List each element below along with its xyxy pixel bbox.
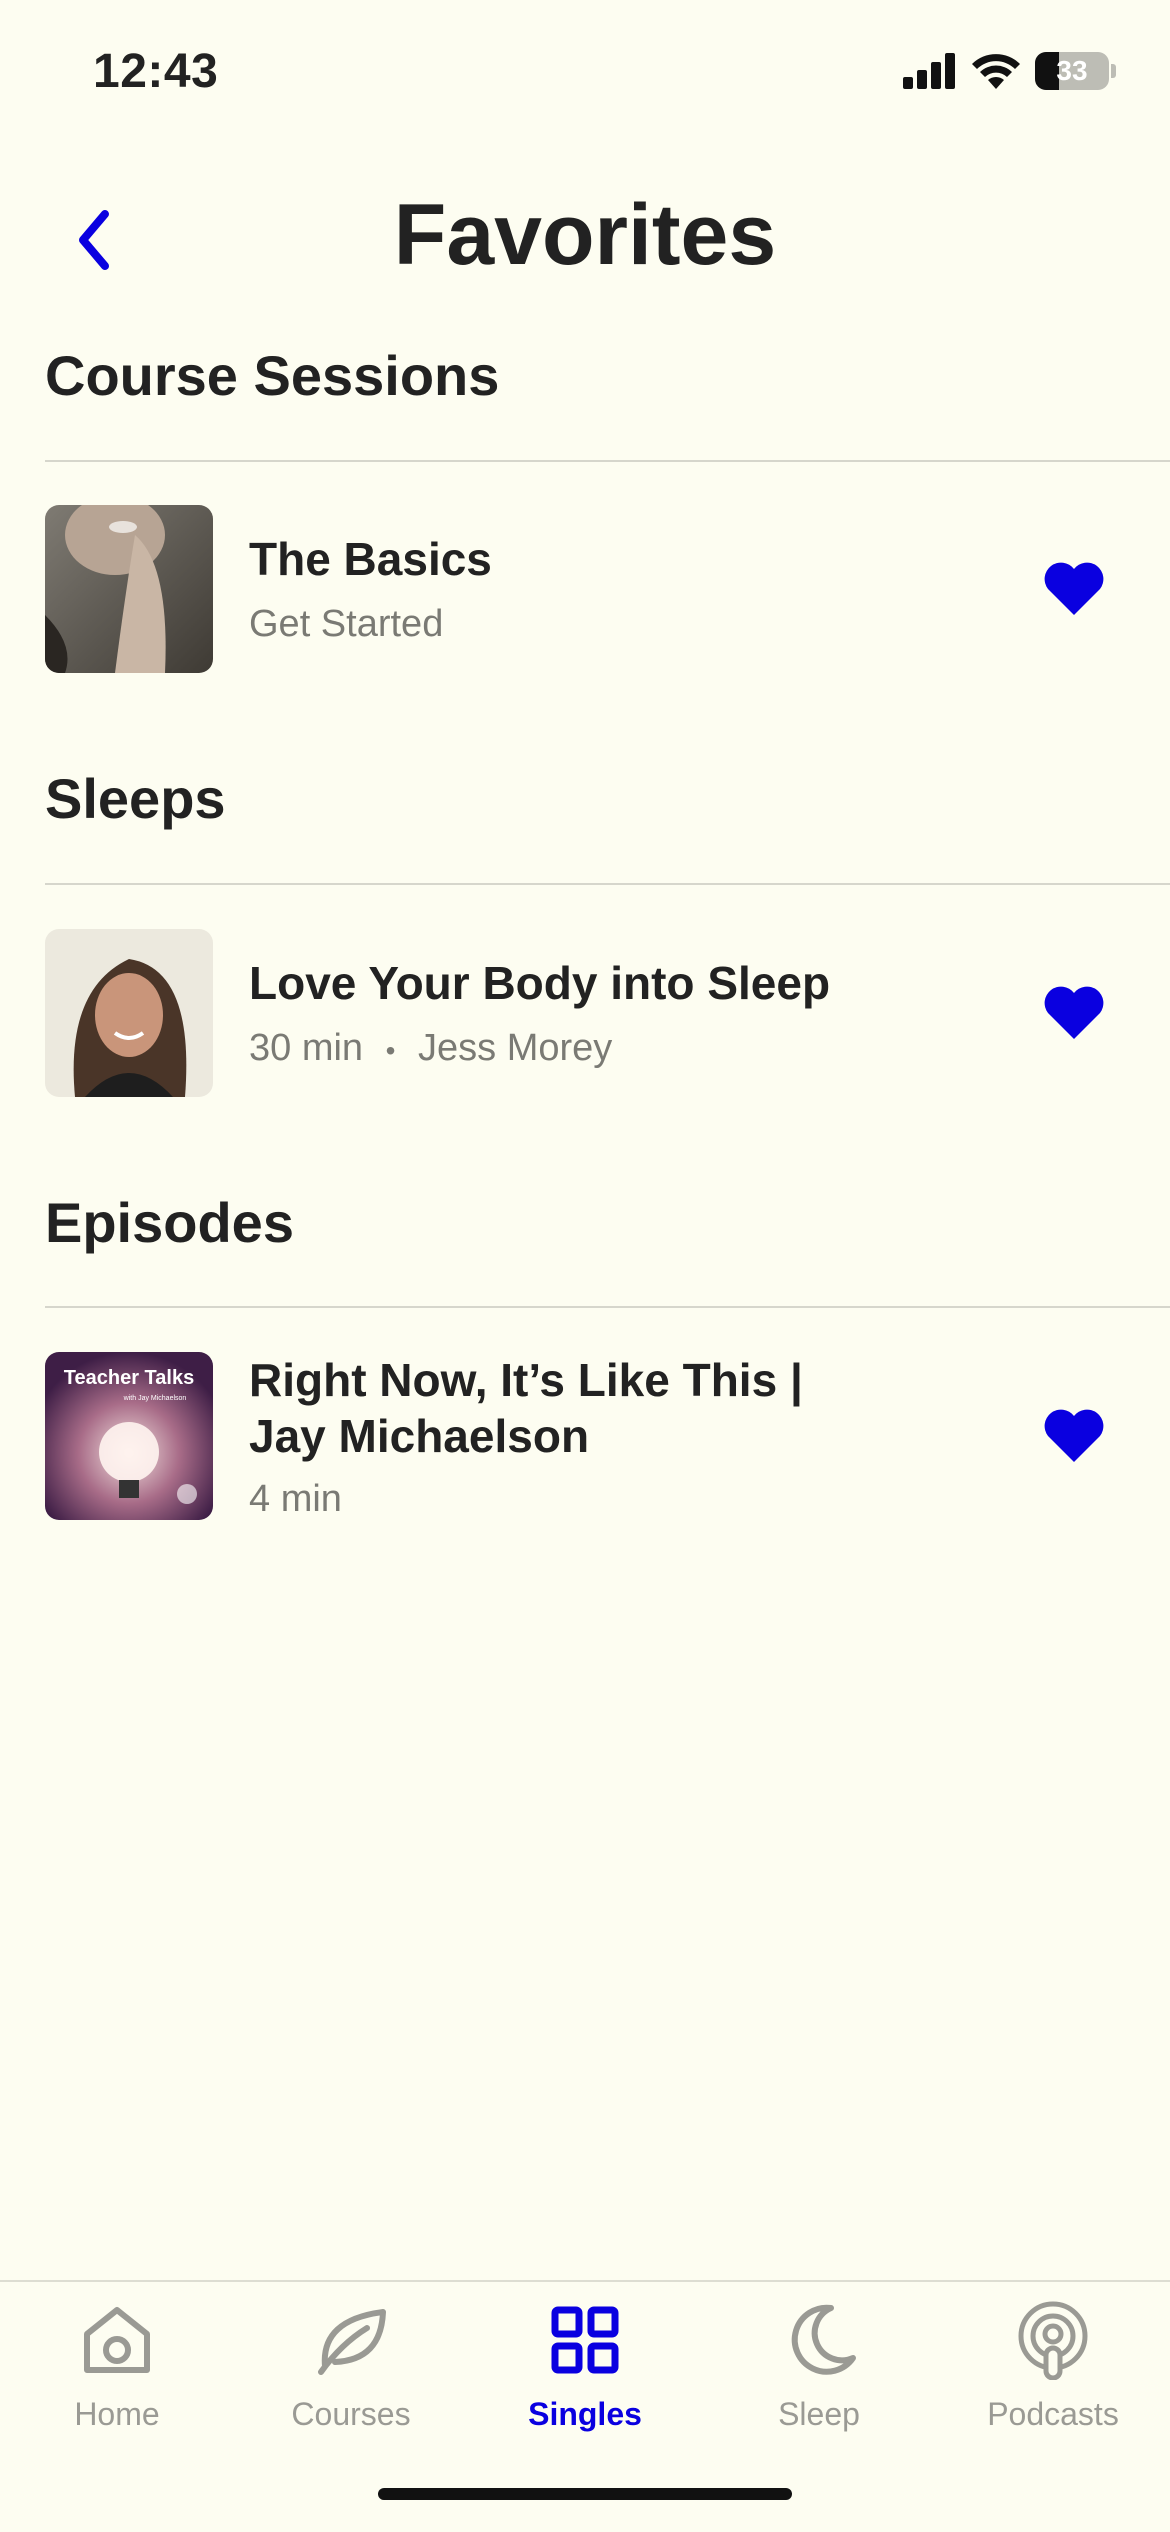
tab-label: Singles <box>528 2396 642 2432</box>
page-title: Favorites <box>393 187 777 283</box>
podcast-icon <box>1018 2301 1088 2380</box>
thumb-text: Teacher Talks <box>64 1367 194 1389</box>
meta-separator: • <box>385 1035 396 1066</box>
item-subtitle: Get Started <box>249 603 444 645</box>
item-author: Jess Morey <box>418 1027 613 1069</box>
item-subtitle: 4 min <box>249 1478 342 1520</box>
divider <box>45 1306 1170 1308</box>
home-indicator[interactable] <box>378 2488 792 2500</box>
thumb-subtext: with Jay Michaelson <box>123 1395 187 1402</box>
section-heading-course-sessions: Course Sessions <box>45 344 500 407</box>
heart-icon[interactable] <box>1042 561 1106 617</box>
leaf-icon <box>318 2309 386 2375</box>
divider <box>45 460 1170 462</box>
tab-podcasts[interactable]: Podcasts <box>936 2300 1170 2470</box>
favorite-item-the-basics[interactable]: The Basics Get Started <box>45 505 1170 675</box>
item-duration: 30 min <box>249 1027 364 1069</box>
battery-tip <box>1111 64 1116 78</box>
status-time: 12:43 <box>93 45 219 98</box>
grid-icon <box>551 2306 619 2374</box>
item-title: Love Your Body into Sleep <box>249 957 831 1009</box>
thumbnail-teacher-talks: Teacher Talks with Jay Michaelson <box>45 1352 213 1520</box>
tab-home[interactable]: Home <box>0 2300 234 2470</box>
tab-label: Podcasts <box>987 2396 1119 2432</box>
battery-level: 33 <box>1056 55 1088 86</box>
item-title: The Basics <box>249 533 492 585</box>
item-title-line1: Right Now, It’s Like This | <box>249 1354 803 1406</box>
heart-icon[interactable] <box>1042 985 1106 1041</box>
wifi-icon <box>972 54 1020 89</box>
section-heading-episodes: Episodes <box>45 1191 294 1254</box>
tab-label: Sleep <box>778 2396 860 2432</box>
thumbnail-the-basics <box>45 505 213 673</box>
tab-label: Home <box>74 2396 160 2432</box>
battery-icon: 33 <box>1035 52 1109 90</box>
section-heading-sleeps: Sleeps <box>45 767 226 830</box>
tab-sleep[interactable]: Sleep <box>702 2300 936 2470</box>
home-icon <box>84 2307 150 2373</box>
item-meta: 30 min • Jess Morey <box>249 1027 612 1070</box>
favorite-item-love-your-body[interactable]: Love Your Body into Sleep 30 min • Jess … <box>45 929 1170 1099</box>
heart-icon[interactable] <box>1042 1408 1106 1464</box>
status-icons: 33 <box>903 52 1116 90</box>
favorites-screen: 12:43 33 Favorites Course Sessions The B… <box>0 0 1170 2532</box>
moon-icon <box>791 2304 856 2375</box>
tab-label: Courses <box>291 2396 411 2432</box>
signal-icon <box>903 53 955 89</box>
item-title-line2: Jay Michaelson <box>249 1410 590 1462</box>
favorite-item-right-now[interactable]: Teacher Talks with Jay Michaelson Right … <box>45 1352 1170 1522</box>
tab-singles[interactable]: Singles <box>468 2300 702 2470</box>
tab-courses[interactable]: Courses <box>234 2300 468 2470</box>
divider <box>45 883 1170 885</box>
thumbnail-jess-morey <box>45 929 213 1097</box>
